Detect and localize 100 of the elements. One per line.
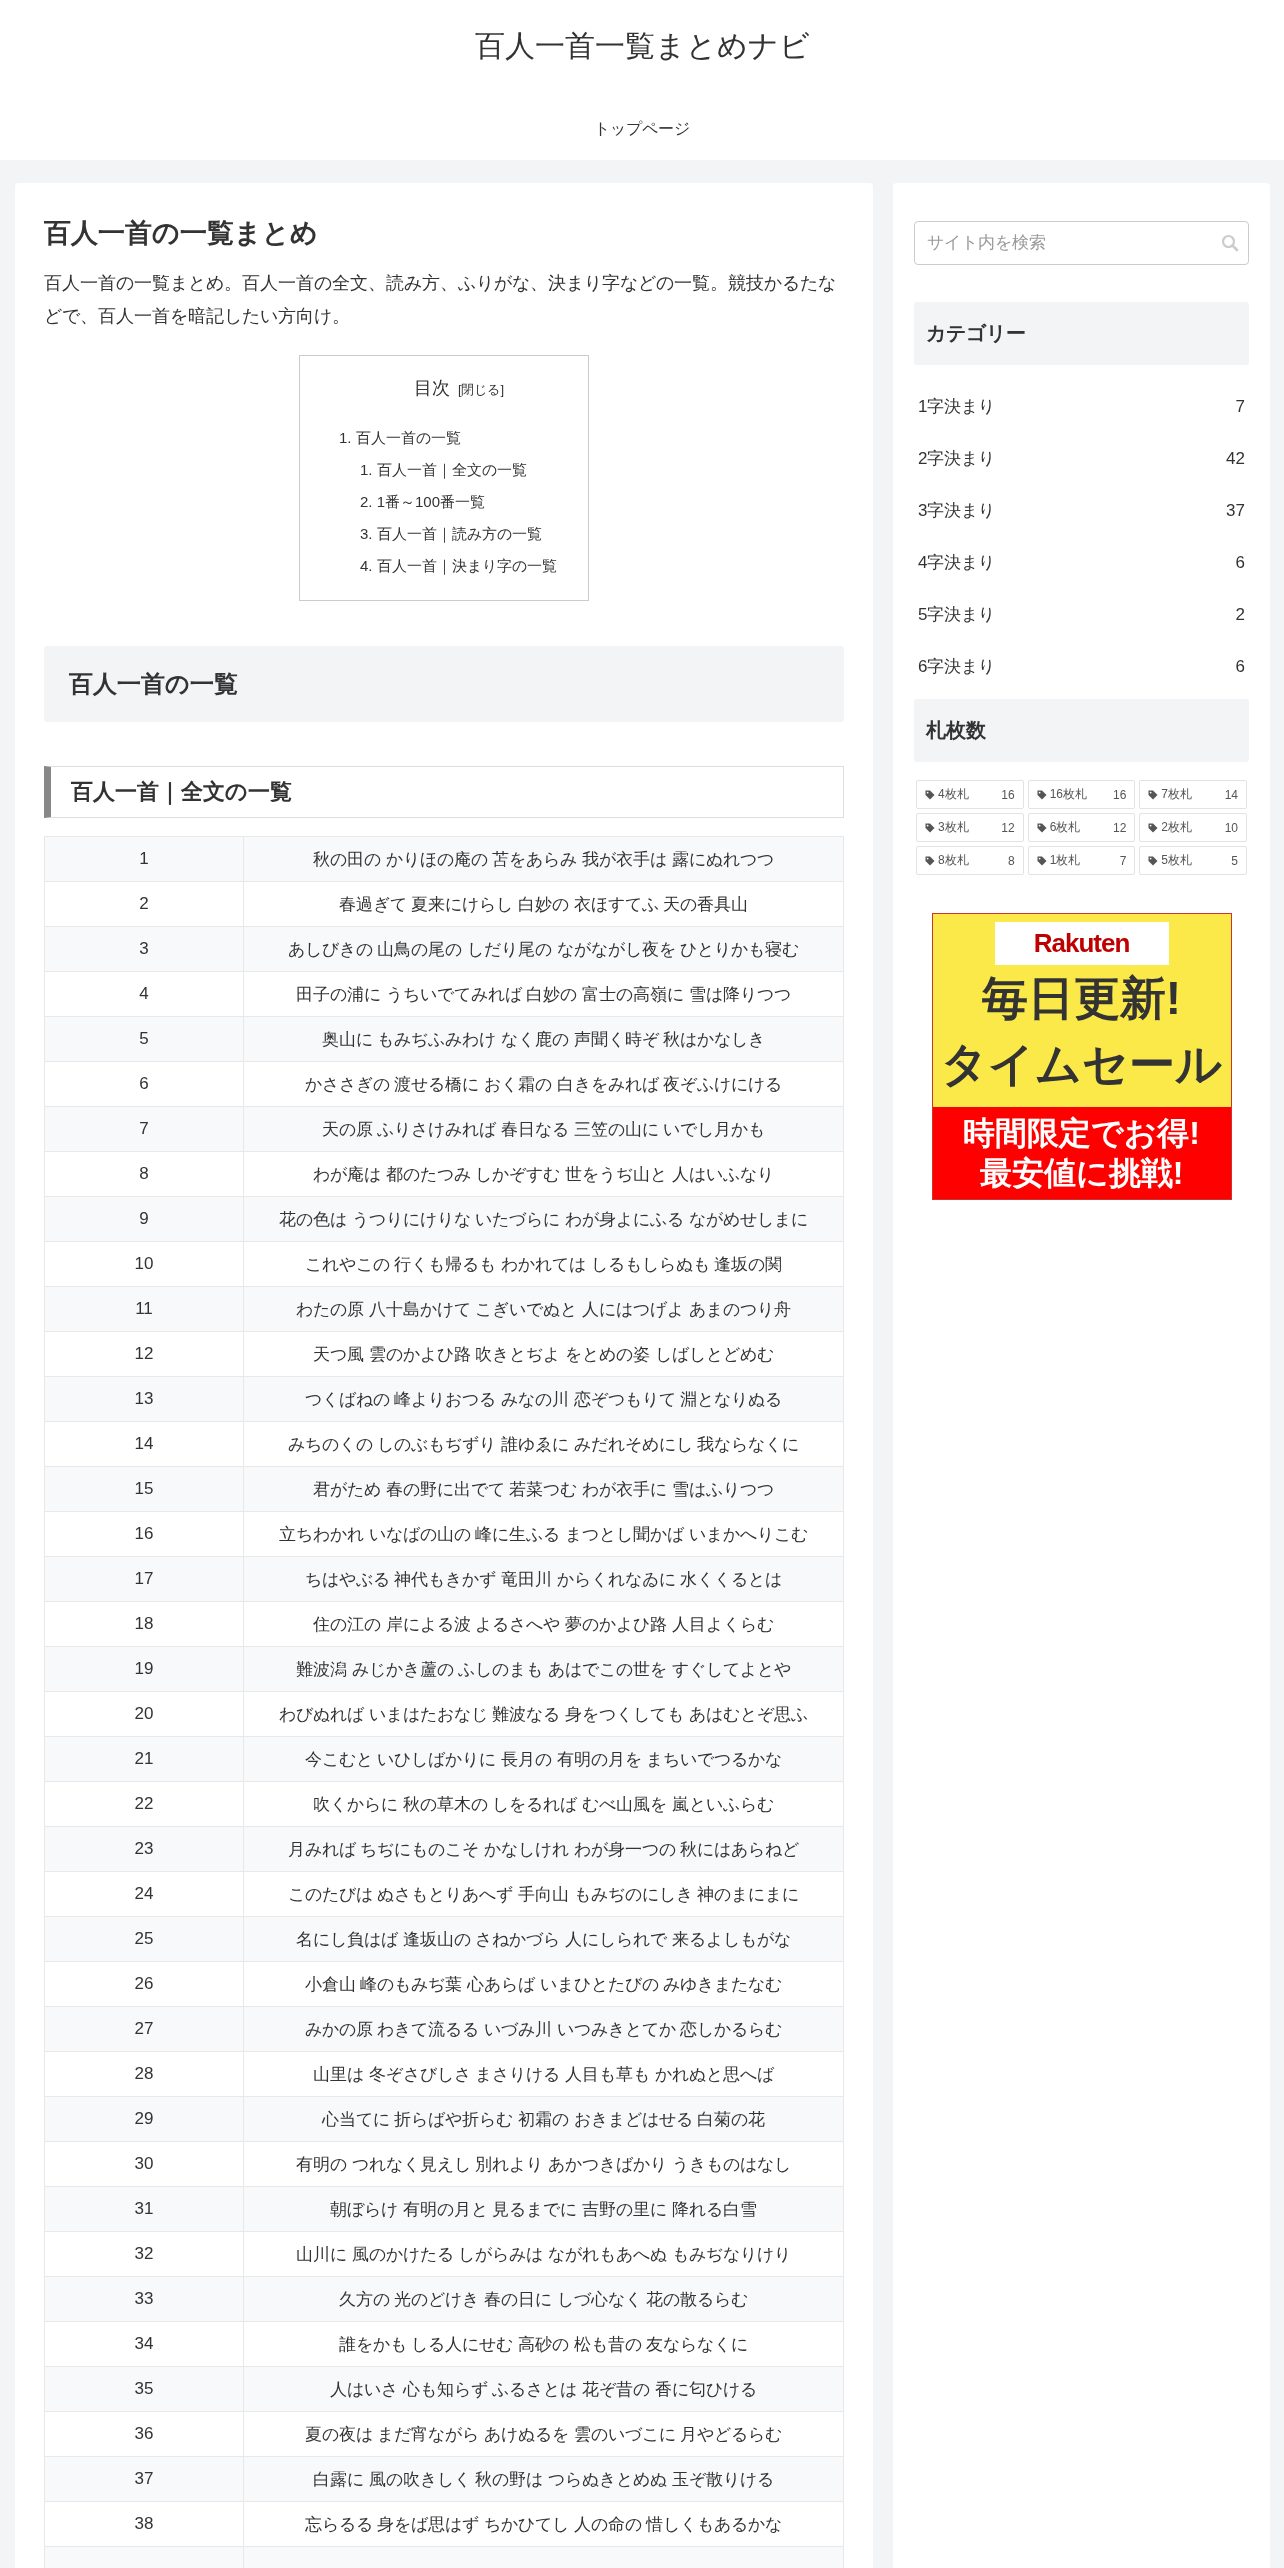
site-title[interactable]: 百人一首一覧まとめナビ xyxy=(474,26,810,67)
table-cell: あしびきの 山鳥の尾の しだり尾の ながながし夜を ひとりかも寝む xyxy=(243,926,844,972)
section-heading: 百人一首の一覧 xyxy=(44,646,844,722)
table-cell: 人はいさ 心も知らず ふるさとは 花ぞ昔の 香に匂ひける xyxy=(243,2366,844,2412)
toc-title: 目次 xyxy=(413,377,450,400)
table-cell: 難波潟 みじかき蘆の ふしのまも あはでこの世を すぐしてよとや xyxy=(243,1646,844,1692)
category-link[interactable]: 4字決まり 6 xyxy=(914,537,1249,589)
table-cell: みちのくの しのぶもぢずり 誰ゆゑに みだれそめにし 我ならなくに xyxy=(243,1421,844,1467)
table-cell: 14 xyxy=(44,1421,244,1467)
table-cell: 心当てに 折らばや折らむ 初霜の おきまどはせる 白菊の花 xyxy=(243,2096,844,2142)
table-cell: つくばねの 峰よりおつる みなの川 恋ぞつもりて 淵となりぬる xyxy=(243,1376,844,1422)
table-cell: 秋の田の かりほの庵の 苫をあらみ 我が衣手は 露にぬれつつ xyxy=(243,836,844,882)
table-cell: 33 xyxy=(44,2276,244,2322)
banner-subline: 時間限定でお得! xyxy=(963,1114,1200,1153)
table-cell: 2 xyxy=(44,881,244,927)
ad-banner[interactable]: Rakuten 毎日更新! タイムセール 時間限定でお得! 最安値に挑戦! xyxy=(931,913,1232,1200)
subsection-heading: 百人一首｜全文の一覧 xyxy=(44,766,844,818)
table-cell: 住の江の 岸による波 よるさへや 夢のかよひ路 人目よくらむ xyxy=(243,1601,844,1647)
banner-subline: 最安値に挑戦! xyxy=(979,1154,1184,1193)
table-cell: これやこの 行くも帰るも わかれては しるもしらぬも 逢坂の関 xyxy=(243,1241,844,1287)
toc-toggle-link[interactable]: [閉じる] xyxy=(457,381,505,399)
table-cell: 夏の夜は まだ宵ながら あけぬるを 雲のいづこに 月やどるらむ xyxy=(243,2411,844,2457)
banner-headline: 毎日更新! xyxy=(981,971,1182,1026)
tag-link[interactable]: 3枚札 12 xyxy=(916,813,1024,842)
category-link[interactable]: 6字決まり 6 xyxy=(914,641,1249,693)
nav-link[interactable]: トップページ xyxy=(594,119,690,140)
table-cell: 36 xyxy=(44,2411,244,2457)
table-cell: 15 xyxy=(44,1466,244,1512)
tag-link[interactable]: 2枚札 10 xyxy=(1139,813,1247,842)
banner-headline: タイムセール xyxy=(941,1037,1222,1092)
tag-link[interactable]: 4枚札 16 xyxy=(916,780,1024,809)
table-cell: 19 xyxy=(44,1646,244,1692)
widget-title: 札枚数 xyxy=(914,699,1249,762)
table-cell: 25 xyxy=(44,1916,244,1962)
table-cell: 花の色は うつりにけりな いたづらに わが身よにふる ながめせしまに xyxy=(243,1196,844,1242)
table-cell: 28 xyxy=(44,2051,244,2097)
table-cell: 1 xyxy=(44,836,244,882)
tag-link[interactable]: 8枚札 8 xyxy=(916,846,1024,875)
table-cell: 天の原 ふりさけみれば 春日なる 三笠の山に いでし月かも xyxy=(243,1106,844,1152)
table-cell: 誰をかも しる人にせむ 高砂の 松も昔の 友ならなくに xyxy=(243,2321,844,2367)
category-link[interactable]: 5字決まり 2 xyxy=(914,589,1249,641)
tag-link[interactable]: 6枚札 12 xyxy=(1027,813,1136,842)
toc-link[interactable]: 4. 百人一首｜決まり字の一覧 xyxy=(360,550,579,582)
toc-link[interactable]: 1. 百人一首の一覧 xyxy=(339,422,579,454)
table-cell: わびぬれば いまはたおなじ 難波なる 身をつくしても あはむとぞ思ふ xyxy=(243,1691,844,1737)
table-cell: 月みれば ちぢにものこそ かなしけれ わが身一つの 秋にはあらねど xyxy=(243,1826,844,1872)
table-cell: 君がため 春の野に出でて 若菜つむ わが衣手に 雪はふりつつ xyxy=(243,1466,844,1512)
tag-icon xyxy=(1148,855,1159,866)
tag-link[interactable]: 5枚札 5 xyxy=(1139,846,1247,875)
table-cell: 8 xyxy=(44,1151,244,1197)
table-cell: 34 xyxy=(44,2321,244,2367)
tag-icon xyxy=(925,822,935,833)
category-link[interactable]: 3字決まり 37 xyxy=(914,485,1249,537)
search-icon[interactable] xyxy=(1221,234,1239,252)
rakuten-logo: Rakuten xyxy=(1033,928,1130,959)
tag-icon xyxy=(1148,789,1159,800)
toc-link[interactable]: 3. 百人一首｜読み方の一覧 xyxy=(360,518,579,550)
table-cell: 白露に 風の吹きしく 秋の野は つらぬきとめぬ 玉ぞ散りける xyxy=(243,2456,844,2502)
table-cell: 春過ぎて 夏来にけらし 白妙の 衣ほすてふ 天の香具山 xyxy=(243,881,844,927)
table-cell: 38 xyxy=(44,2501,244,2547)
table-cell: 忘らるる 身をば思はず ちかひてし 人の命の 惜しくもあるかな xyxy=(243,2501,844,2547)
table-cell: 20 xyxy=(44,1691,244,1737)
table-cell: 5 xyxy=(44,1016,244,1062)
table-cell: 山里は 冬ぞさびしさ まさりける 人目も草も かれぬと思へば xyxy=(243,2051,844,2097)
tag-icon xyxy=(1148,822,1159,833)
category-link[interactable]: 1字決まり 7 xyxy=(914,381,1249,433)
table-cell: 4 xyxy=(44,971,244,1017)
table-cell: 35 xyxy=(44,2366,244,2412)
table-cell: 小倉山 峰のもみぢ葉 心あらば いまひとたびの みゆきまたなむ xyxy=(243,1961,844,2007)
table-cell: 10 xyxy=(44,1241,244,1287)
tag-link[interactable]: 7枚札 14 xyxy=(1139,780,1247,809)
table-cell: 16 xyxy=(44,1511,244,1557)
toc-link[interactable]: 2. 1番～100番一覧 xyxy=(360,486,579,518)
table-cell: 3 xyxy=(44,926,244,972)
table-cell: わたの原 八十島かけて こぎいでぬと 人にはつげよ あまのつり舟 xyxy=(243,1286,844,1332)
table-cell: 9 xyxy=(44,1196,244,1242)
tag-icon xyxy=(1036,855,1047,866)
toc-link[interactable]: 1. 百人一首｜全文の一覧 xyxy=(360,454,579,486)
table-cell: 田子の浦に うちいでてみれば 白妙の 富士の高嶺に 雪は降りつつ xyxy=(243,971,844,1017)
table-cell: 朝ぼらけ 有明の月と 見るまでに 吉野の里に 降れる白雪 xyxy=(243,2186,844,2232)
tag-link[interactable]: 16枚札 16 xyxy=(1027,780,1136,809)
tag-link[interactable]: 1枚札 7 xyxy=(1027,846,1136,875)
table-cell: 22 xyxy=(44,1781,244,1827)
tag-icon xyxy=(1036,789,1047,800)
category-link[interactable]: 2字決まり 42 xyxy=(914,433,1249,485)
table-cell: 6 xyxy=(44,1061,244,1107)
widget-title: カテゴリー xyxy=(914,302,1249,365)
table-cell: 24 xyxy=(44,1871,244,1917)
table-cell: 27 xyxy=(44,2006,244,2052)
table-cell: 32 xyxy=(44,2231,244,2277)
table-cell: 12 xyxy=(44,1331,244,1377)
table-cell: みかの原 わきて流るる いづみ川 いつみきとてか 恋しかるらむ xyxy=(243,2006,844,2052)
table-cell: かささぎの 渡せる橋に おく霜の 白きをみれば 夜ぞふけにける xyxy=(243,1061,844,1107)
table-cell: 立ちわかれ いなばの山の 峰に生ふる まつとし聞かば いまかへりこむ xyxy=(243,1511,844,1557)
search-field[interactable]: サイト内を検索 xyxy=(914,221,1249,265)
table-cell: 37 xyxy=(44,2456,244,2502)
table-cell: 名にし負はば 逢坂山の さねかづら 人にしられで 来るよしもがな xyxy=(243,1916,844,1962)
table-cell: 7 xyxy=(44,1106,244,1152)
tag-icon xyxy=(925,855,935,866)
table-cell: 11 xyxy=(44,1286,244,1332)
